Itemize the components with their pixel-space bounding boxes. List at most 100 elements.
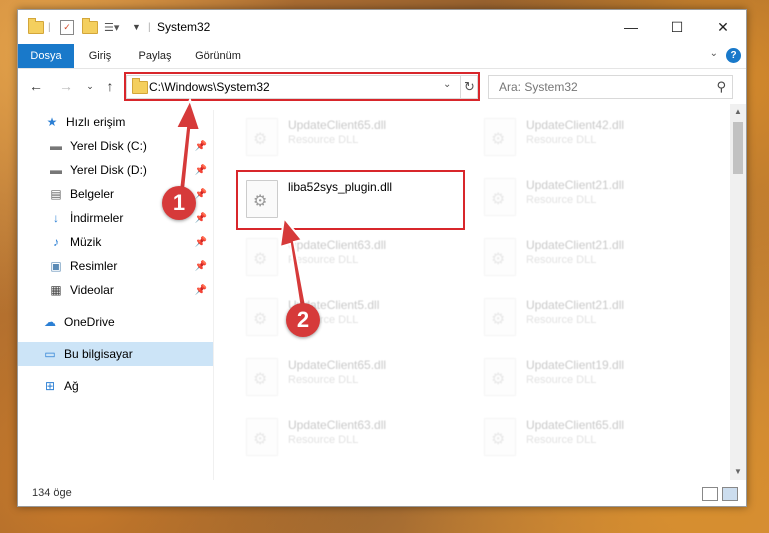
pin-icon[interactable]: 📌: [195, 189, 207, 200]
file-name: UpdateClient21.dll: [526, 178, 625, 192]
scroll-up-icon[interactable]: ▲: [730, 104, 746, 120]
dll-file-icon: [484, 298, 516, 336]
cloud-icon: ☁: [44, 315, 56, 329]
file-name: UpdateClient63.dll: [288, 238, 387, 252]
music-icon: ♪: [53, 235, 59, 249]
sidebar-item-videos[interactable]: ▦ Videolar 📌: [18, 278, 213, 302]
dll-file-icon: [484, 418, 516, 456]
file-item[interactable]: UpdateClient42.dll Resource DLL: [478, 112, 698, 162]
separator: |: [148, 21, 151, 33]
search-input[interactable]: Ara: System32 ⚲: [488, 75, 733, 99]
dll-file-icon: [484, 358, 516, 396]
file-item[interactable]: UpdateClient19.dll Resource DLL: [478, 352, 698, 402]
vertical-scrollbar[interactable]: ▲ ▼: [730, 104, 746, 480]
pin-icon[interactable]: 📌: [195, 261, 207, 272]
tab-share[interactable]: Paylaş: [128, 44, 182, 68]
network-icon: ⊞: [44, 379, 56, 393]
dll-file-icon: [246, 118, 278, 156]
file-item[interactable]: UpdateClient65.dll Resource DLL: [478, 412, 698, 462]
file-type: Resource DLL: [288, 374, 359, 386]
details-view-icon[interactable]: [702, 487, 718, 501]
sidebar-item-label: OneDrive: [64, 315, 115, 329]
file-name: UpdateClient65.dll: [288, 358, 387, 372]
large-icons-view-icon[interactable]: [722, 487, 738, 501]
sidebar-item-label: Resimler: [70, 259, 118, 273]
maximize-button[interactable]: ☐: [654, 10, 700, 44]
file-item[interactable]: UpdateClient63.dll Resource DLL: [240, 412, 460, 462]
file-item[interactable]: UpdateClient65.dll Resource DLL: [240, 352, 460, 402]
forward-arrow-icon[interactable]: →: [56, 77, 76, 95]
pin-icon[interactable]: 📌: [195, 213, 207, 224]
file-item[interactable]: UpdateClient21.dll Resource DLL: [478, 232, 698, 282]
file-item[interactable]: UpdateClient5.dll Resource DLL: [240, 292, 460, 342]
computer-icon: ▭: [44, 347, 56, 361]
pin-icon[interactable]: 📌: [195, 165, 207, 176]
sidebar-item-label: Hızlı erişim: [66, 115, 126, 129]
dll-file-icon: [246, 238, 278, 276]
sidebar-item-label: Yerel Disk (C:): [70, 139, 147, 153]
address-bar-highlight: [124, 72, 480, 101]
dll-file-icon: [484, 238, 516, 276]
sidebar-item-music[interactable]: ♪ Müzik 📌: [18, 230, 213, 254]
up-arrow-icon[interactable]: ↑: [100, 77, 120, 95]
pin-icon[interactable]: 📌: [195, 285, 207, 296]
item-count: 134 öge: [32, 487, 72, 499]
sidebar-item-this-pc[interactable]: ▭ Bu bilgisayar: [18, 342, 213, 366]
drive-icon: ▬: [50, 139, 62, 153]
status-bar: 134 öge: [18, 480, 746, 506]
help-icon[interactable]: ?: [726, 48, 741, 63]
file-item[interactable]: UpdateClient21.dll Resource DLL: [478, 292, 698, 342]
file-type: Resource DLL: [526, 314, 597, 326]
tab-home[interactable]: Giriş: [76, 44, 124, 68]
sidebar-item-local-disk-d[interactable]: ▬ Yerel Disk (D:) 📌: [18, 158, 213, 182]
dll-file-icon: [246, 418, 278, 456]
search-placeholder: Ara: System32: [499, 80, 578, 94]
recent-locations-chevron-icon[interactable]: ⌄: [80, 77, 100, 95]
ribbon-expand-chevron-icon[interactable]: ⌄: [710, 48, 718, 59]
file-type: Resource DLL: [288, 134, 359, 146]
file-item[interactable]: UpdateClient63.dll Resource DLL: [240, 232, 460, 282]
scroll-down-icon[interactable]: ▼: [730, 464, 746, 480]
star-icon: ★: [46, 115, 58, 129]
scrollbar-thumb[interactable]: [733, 122, 743, 174]
dll-file-icon: [246, 358, 278, 396]
new-folder-icon[interactable]: [82, 17, 98, 35]
file-item[interactable]: UpdateClient65.dll Resource DLL: [240, 112, 460, 162]
back-arrow-icon[interactable]: ←: [26, 77, 46, 95]
file-type: Resource DLL: [288, 434, 359, 446]
search-icon: ⚲: [716, 79, 726, 94]
properties-icon[interactable]: ✓: [60, 19, 74, 35]
download-icon: ↓: [53, 211, 59, 225]
video-icon: ▦: [50, 283, 62, 297]
tab-file[interactable]: Dosya: [18, 44, 74, 68]
dll-file-icon: [484, 118, 516, 156]
file-highlight: [236, 170, 465, 230]
separator: |: [48, 21, 51, 33]
file-item[interactable]: UpdateClient21.dll Resource DLL: [478, 172, 698, 222]
dll-file-icon: [246, 298, 278, 336]
sidebar-item-network[interactable]: ⊞ Ağ: [18, 374, 213, 398]
sidebar-item-label: Ağ: [64, 379, 79, 393]
pin-icon[interactable]: 📌: [195, 237, 207, 248]
file-name: UpdateClient65.dll: [526, 418, 625, 432]
dll-file-icon: [484, 178, 516, 216]
close-button[interactable]: ✕: [700, 10, 746, 44]
document-icon: ▤: [50, 187, 62, 201]
tab-view[interactable]: Görünüm: [186, 44, 250, 68]
sidebar-item-onedrive[interactable]: ☁ OneDrive: [18, 310, 213, 334]
sidebar-item-pictures[interactable]: ▣ Resimler 📌: [18, 254, 213, 278]
navigation-pane: ★ Hızlı erişim ▬ Yerel Disk (C:) 📌 ▬ Yer…: [18, 110, 213, 480]
customize-toolbar-icon[interactable]: ☰▾: [104, 19, 119, 35]
file-list: UpdateClient65.dll Resource DLL liba52sy…: [214, 104, 730, 480]
sidebar-item-label: Yerel Disk (D:): [70, 163, 147, 177]
toolbar-dropdown-icon[interactable]: ▼: [132, 19, 141, 35]
file-name: UpdateClient63.dll: [288, 418, 387, 432]
sidebar-item-quick-access[interactable]: ★ Hızlı erişim: [18, 110, 213, 134]
sidebar-item-local-disk-c[interactable]: ▬ Yerel Disk (C:) 📌: [18, 134, 213, 158]
minimize-button[interactable]: —: [608, 10, 654, 44]
pin-icon[interactable]: 📌: [195, 141, 207, 152]
step-1-badge: 1: [162, 186, 196, 220]
file-type: Resource DLL: [526, 134, 597, 146]
file-type: Resource DLL: [526, 374, 597, 386]
file-name: UpdateClient42.dll: [526, 118, 625, 132]
